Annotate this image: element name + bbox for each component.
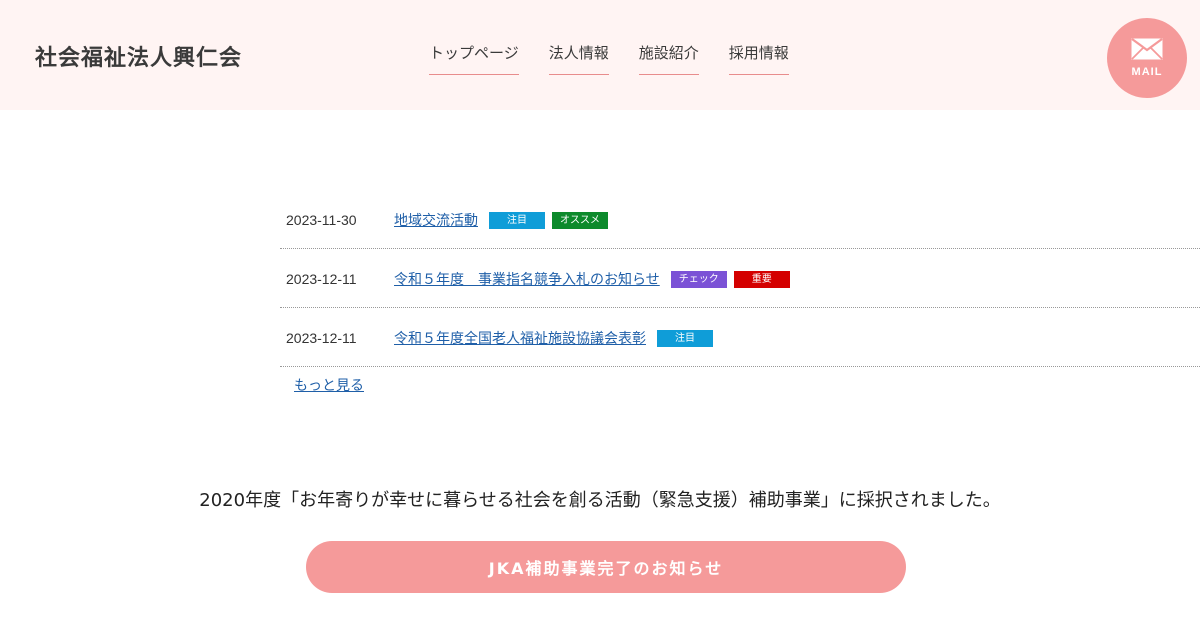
nav-item-top[interactable]: トップページ bbox=[429, 42, 519, 75]
tag-recommend: オススメ bbox=[552, 211, 608, 229]
tag-check: チェック bbox=[670, 270, 727, 288]
news-date: 2023-12-11 bbox=[286, 330, 357, 346]
envelope-icon bbox=[1131, 38, 1163, 60]
news-date: 2023-11-30 bbox=[286, 212, 357, 228]
tag-attention: 注目 bbox=[489, 211, 545, 229]
more-news-link[interactable]: もっと見る bbox=[294, 375, 364, 395]
tag-important: 重要 bbox=[733, 270, 790, 288]
nav-item-corporation[interactable]: 法人情報 bbox=[548, 42, 609, 75]
main-nav: トップページ 法人情報 施設紹介 採用情報 bbox=[429, 42, 789, 75]
site-title[interactable]: 社会福祉法人興仁会 bbox=[35, 40, 242, 72]
mail-label: MAIL bbox=[1131, 66, 1163, 78]
news-row: 2023-12-11 令和５年度 事業指名競争入札のお知らせ チェック 重要 bbox=[280, 249, 1200, 308]
subsidy-notice: 2020年度「お年寄りが幸せに暮らせる社会を創る活動（緊急支援）補助事業」に採択… bbox=[199, 490, 1001, 511]
jka-notice-button[interactable]: JKA補助事業完了のお知らせ bbox=[306, 541, 906, 593]
news-title-link[interactable]: 令和５年度 事業指名競争入札のお知らせ bbox=[394, 269, 660, 289]
nav-item-facilities[interactable]: 施設紹介 bbox=[638, 42, 699, 75]
news-row: 2023-12-11 令和５年度全国老人福祉施設協議会表彰 注目 bbox=[280, 308, 1200, 367]
site-header: 社会福祉法人興仁会 トップページ 法人情報 施設紹介 採用情報 MAIL bbox=[0, 0, 1200, 110]
tag-attention: 注目 bbox=[657, 329, 713, 347]
news-title-link[interactable]: 令和５年度全国老人福祉施設協議会表彰 bbox=[394, 328, 646, 348]
news-date: 2023-12-11 bbox=[286, 271, 357, 287]
news-title-link[interactable]: 地域交流活動 bbox=[394, 210, 478, 230]
news-list: 2023-11-30 地域交流活動 注目 オススメ 2023-12-11 令和５… bbox=[280, 190, 1200, 367]
nav-item-recruit[interactable]: 採用情報 bbox=[728, 42, 789, 75]
news-row: 2023-11-30 地域交流活動 注目 オススメ bbox=[280, 190, 1200, 249]
mail-button[interactable]: MAIL bbox=[1107, 18, 1187, 98]
